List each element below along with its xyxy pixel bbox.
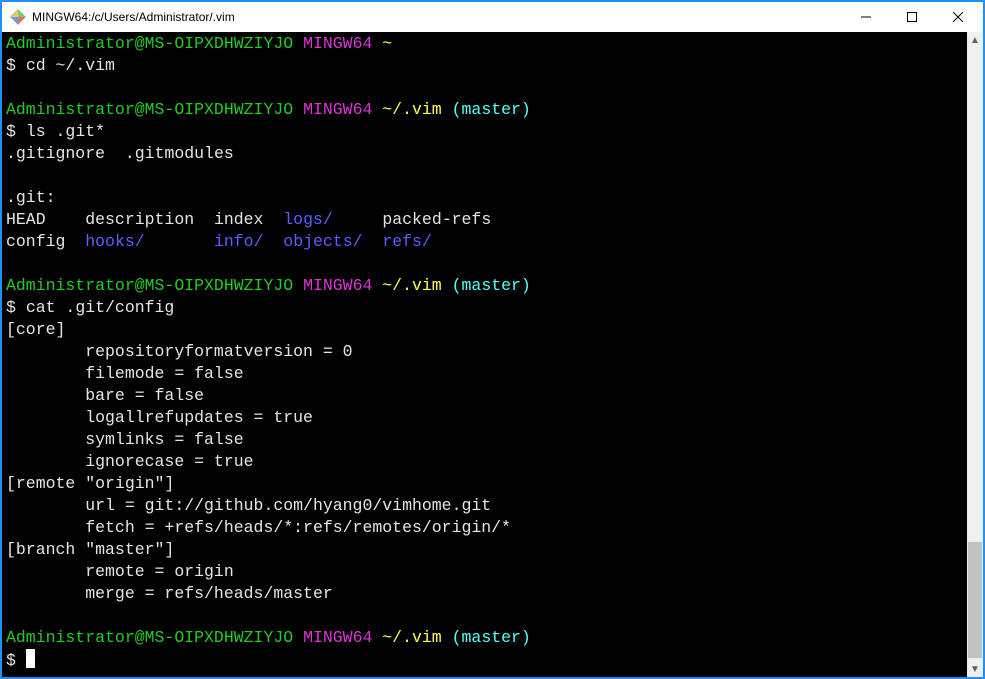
prompt-path: ~/.vim	[382, 100, 441, 119]
prompt-path: ~/.vim	[382, 628, 441, 647]
prompt-shell: MINGW64	[303, 34, 372, 53]
close-button[interactable]	[935, 3, 981, 31]
cat-output: url = git://github.com/hyang0/vimhome.gi…	[6, 496, 491, 515]
terminal-wrap: Administrator@MS-OIPXDHWZIYJO MINGW64 ~ …	[2, 32, 983, 677]
prompt-path: ~/.vim	[382, 276, 441, 295]
prompt-sigil: $	[6, 122, 16, 141]
prompt-userhost: Administrator@MS-OIPXDHWZIYJO	[6, 276, 293, 295]
prompt-sigil: $	[6, 298, 16, 317]
ls-item-dir: info/	[214, 232, 264, 251]
cursor	[26, 649, 35, 668]
ls-output: .gitignore	[6, 144, 105, 163]
app-icon	[10, 9, 26, 25]
window-controls	[843, 3, 981, 31]
ls-dir-header: .git:	[6, 188, 56, 207]
minimize-button[interactable]	[843, 3, 889, 31]
cat-output: repositoryformatversion = 0	[6, 342, 353, 361]
cat-output: ignorecase = true	[6, 452, 254, 471]
cat-output: remote = origin	[6, 562, 234, 581]
command-ls: ls .git*	[26, 122, 105, 141]
cat-output: [remote "origin"]	[6, 474, 174, 493]
cat-output: filemode = false	[6, 364, 244, 383]
prompt-userhost: Administrator@MS-OIPXDHWZIYJO	[6, 628, 293, 647]
ls-item-dir: objects/	[283, 232, 362, 251]
command-cat: cat .git/config	[26, 298, 175, 317]
cat-output: bare = false	[6, 386, 204, 405]
cat-output: merge = refs/heads/master	[6, 584, 333, 603]
prompt-userhost: Administrator@MS-OIPXDHWZIYJO	[6, 34, 293, 53]
ls-item: config	[6, 232, 65, 251]
scroll-down-arrow[interactable]: ▼	[967, 661, 983, 677]
command-cd: cd ~/.vim	[26, 56, 115, 75]
ls-item: description	[85, 210, 194, 229]
cat-output: symlinks = false	[6, 430, 244, 449]
window-frame: MINGW64:/c/Users/Administrator/.vim Admi…	[0, 0, 985, 679]
prompt-branch: (master)	[452, 628, 531, 647]
terminal[interactable]: Administrator@MS-OIPXDHWZIYJO MINGW64 ~ …	[2, 32, 967, 677]
prompt-shell: MINGW64	[303, 100, 372, 119]
cat-output: [core]	[6, 320, 65, 339]
ls-item-dir: refs/	[382, 232, 432, 251]
prompt-sigil: $	[6, 56, 16, 75]
ls-item: HEAD	[6, 210, 46, 229]
ls-item: packed-refs	[382, 210, 491, 229]
maximize-button[interactable]	[889, 3, 935, 31]
prompt-branch: (master)	[452, 100, 531, 119]
prompt-branch: (master)	[452, 276, 531, 295]
cat-output: logallrefupdates = true	[6, 408, 313, 427]
ls-output: .gitmodules	[125, 144, 234, 163]
prompt-path: ~	[382, 34, 392, 53]
prompt-shell: MINGW64	[303, 276, 372, 295]
prompt-shell: MINGW64	[303, 628, 372, 647]
ls-item-dir: hooks/	[85, 232, 144, 251]
ls-item-dir: logs/	[283, 210, 333, 229]
vertical-scrollbar[interactable]: ▲ ▼	[967, 32, 983, 677]
title-bar[interactable]: MINGW64:/c/Users/Administrator/.vim	[2, 2, 983, 32]
ls-item: index	[214, 210, 264, 229]
cat-output: fetch = +refs/heads/*:refs/remotes/origi…	[6, 518, 511, 537]
prompt-userhost: Administrator@MS-OIPXDHWZIYJO	[6, 100, 293, 119]
window-title: MINGW64:/c/Users/Administrator/.vim	[32, 10, 843, 24]
scroll-thumb[interactable]	[968, 542, 982, 658]
scroll-up-arrow[interactable]: ▲	[967, 32, 983, 48]
prompt-sigil: $	[6, 651, 16, 670]
cat-output: [branch "master"]	[6, 540, 174, 559]
